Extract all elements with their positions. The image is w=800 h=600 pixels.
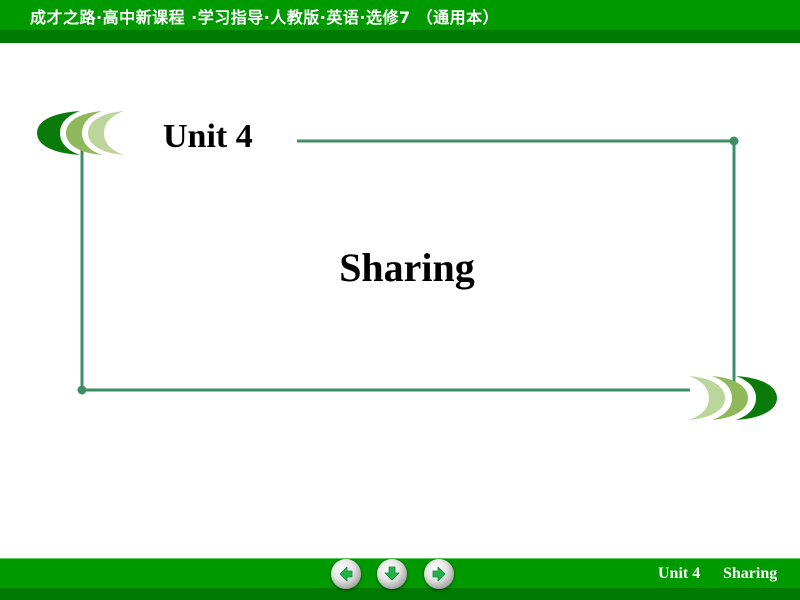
bottom-right-crescents	[689, 376, 777, 420]
top-left-crescents	[37, 111, 124, 155]
down-slide-button[interactable]	[377, 559, 407, 589]
arrow-left-icon	[339, 566, 353, 582]
footer-lesson-label: Sharing	[723, 565, 778, 582]
arrow-right-icon	[432, 566, 446, 582]
slide-frame	[37, 111, 777, 420]
lesson-title: Sharing	[339, 245, 475, 290]
frame-bottom-left-dot	[77, 385, 87, 395]
next-slide-button[interactable]	[424, 559, 454, 589]
footer-unit-label: Unit 4	[658, 565, 701, 582]
prev-slide-button[interactable]	[331, 559, 361, 589]
unit-title: Unit 4	[163, 118, 253, 155]
footer-bar-shadow	[0, 588, 800, 600]
arrow-down-icon	[384, 566, 400, 581]
crescent-light-icon	[88, 111, 124, 155]
crescent-light-icon	[689, 376, 725, 420]
